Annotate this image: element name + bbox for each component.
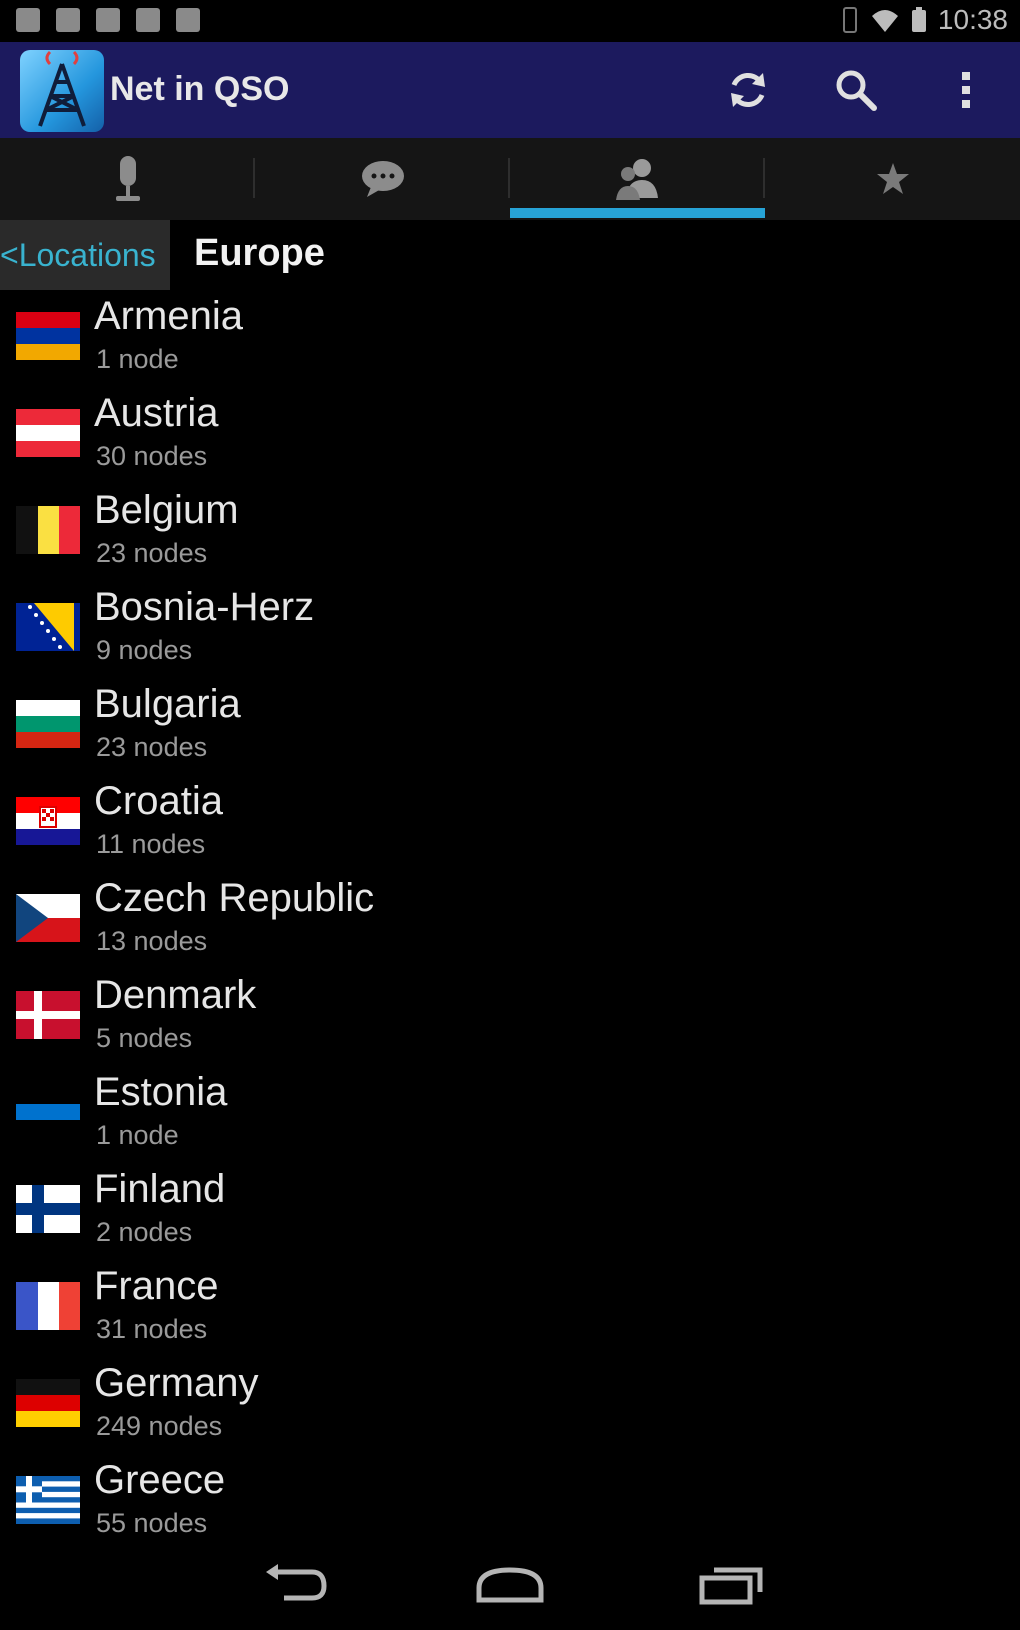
list-item-greece[interactable]: Greece 55 nodes [0, 1454, 1020, 1551]
list-item-croatia[interactable]: Croatia 11 nodes [0, 775, 1020, 872]
list-item-belgium[interactable]: Belgium 23 nodes [0, 484, 1020, 581]
country-name: Armenia [94, 294, 243, 338]
refresh-icon [731, 72, 765, 108]
bosnia-flag-icon [16, 603, 80, 651]
node-count: 1 node [96, 344, 179, 374]
node-count: 249 nodes [96, 1411, 223, 1441]
list-item-finland[interactable]: Finland 2 nodes [0, 1163, 1020, 1260]
app-logo-icon[interactable] [20, 50, 104, 132]
microphone-icon [115, 156, 140, 201]
recent-apps-icon [699, 1567, 763, 1605]
list-item-armenia[interactable]: Armenia 1 node [0, 290, 1020, 387]
node-count: 23 nodes [96, 538, 208, 568]
country-name: France [94, 1264, 219, 1308]
node-count: 2 nodes [96, 1217, 193, 1247]
tab-microphone[interactable] [0, 138, 255, 220]
tab-strip [0, 138, 1020, 220]
battery-icon [911, 7, 926, 32]
sd-card-icon [176, 8, 200, 32]
list-item-denmark[interactable]: Denmark 5 nodes [0, 969, 1020, 1066]
czech-flag-icon [16, 894, 80, 942]
notification-icon [16, 8, 40, 32]
node-count: 11 nodes [96, 829, 206, 859]
node-count: 1 node [96, 1120, 179, 1150]
active-tab-indicator [510, 208, 765, 218]
node-count: 5 nodes [96, 1023, 193, 1053]
node-count: 23 nodes [96, 732, 208, 762]
node-count: 13 nodes [96, 926, 208, 956]
wifi-icon [871, 10, 898, 32]
node-count: 55 nodes [96, 1508, 208, 1538]
current-region-title: Europe [194, 232, 325, 274]
chat-bubble-icon [361, 161, 404, 197]
list-item-czech-republic[interactable]: Czech Republic 13 nodes [0, 872, 1020, 969]
navigation-bar [0, 1540, 1020, 1630]
austria-flag-icon [16, 409, 80, 457]
estonia-flag-icon [16, 1088, 80, 1136]
search-icon [836, 70, 877, 111]
people-icon [615, 159, 658, 200]
vibrate-icon [842, 7, 857, 33]
node-count: 30 nodes [96, 441, 208, 471]
country-name: Greece [94, 1458, 226, 1502]
back-icon [266, 1564, 327, 1601]
notification-icons [16, 8, 200, 32]
country-name: Austria [94, 391, 219, 435]
country-name: Czech Republic [94, 876, 375, 920]
denmark-flag-icon [16, 991, 80, 1039]
france-flag-icon [16, 1282, 80, 1330]
list-item-bulgaria[interactable]: Bulgaria 23 nodes [0, 678, 1020, 775]
country-name: Germany [94, 1361, 259, 1405]
germany-flag-icon [16, 1379, 80, 1427]
country-name: Bulgaria [94, 682, 241, 726]
list-item-germany[interactable]: Germany 249 nodes [0, 1357, 1020, 1454]
back-button[interactable] [250, 1554, 340, 1614]
node-count: 31 nodes [96, 1314, 208, 1344]
more-vert-icon [962, 72, 970, 108]
tab-chat[interactable] [255, 138, 510, 220]
star-icon [876, 163, 909, 194]
mail-icon [56, 8, 80, 32]
country-name: Finland [94, 1167, 226, 1211]
breadcrumb: <Locations Europe [0, 220, 1020, 290]
status-bar: 10:38 [0, 0, 1020, 42]
search-button[interactable] [826, 62, 886, 118]
tab-favorites[interactable] [765, 138, 1020, 220]
signal-icon [96, 8, 120, 32]
country-name: Estonia [94, 1070, 228, 1114]
list-item-bosnia-herz[interactable]: Bosnia-Herz 9 nodes [0, 581, 1020, 678]
country-name: Bosnia-Herz [94, 585, 315, 629]
app-title: Net in QSO [110, 70, 290, 108]
country-name: Belgium [94, 488, 239, 532]
list-item-estonia[interactable]: Estonia 1 node [0, 1066, 1020, 1163]
home-button[interactable] [465, 1554, 555, 1614]
node-count: 9 nodes [96, 635, 193, 665]
bluetooth-icon [136, 8, 160, 32]
overflow-menu-button[interactable] [936, 62, 996, 118]
home-icon [476, 1567, 544, 1603]
bulgaria-flag-icon [16, 700, 80, 748]
action-bar: Net in QSO [0, 42, 1020, 138]
croatia-flag-icon [16, 797, 80, 845]
refresh-button[interactable] [718, 62, 778, 118]
recent-apps-button[interactable] [686, 1554, 776, 1614]
list-item-austria[interactable]: Austria 30 nodes [0, 387, 1020, 484]
armenia-flag-icon [16, 312, 80, 360]
belgium-flag-icon [16, 506, 80, 554]
country-list: Armenia 1 node Austria 30 nodes Belgium … [0, 290, 1020, 1551]
greece-flag-icon [16, 1476, 80, 1524]
clock: 10:38 [937, 4, 1008, 35]
country-name: Denmark [94, 973, 257, 1017]
finland-flag-icon [16, 1185, 80, 1233]
system-icons: 10:38 [840, 4, 1008, 36]
list-item-france[interactable]: France 31 nodes [0, 1260, 1020, 1357]
locations-back-link[interactable]: <Locations [0, 220, 170, 290]
country-name: Croatia [94, 779, 223, 823]
tab-people[interactable] [510, 138, 765, 220]
